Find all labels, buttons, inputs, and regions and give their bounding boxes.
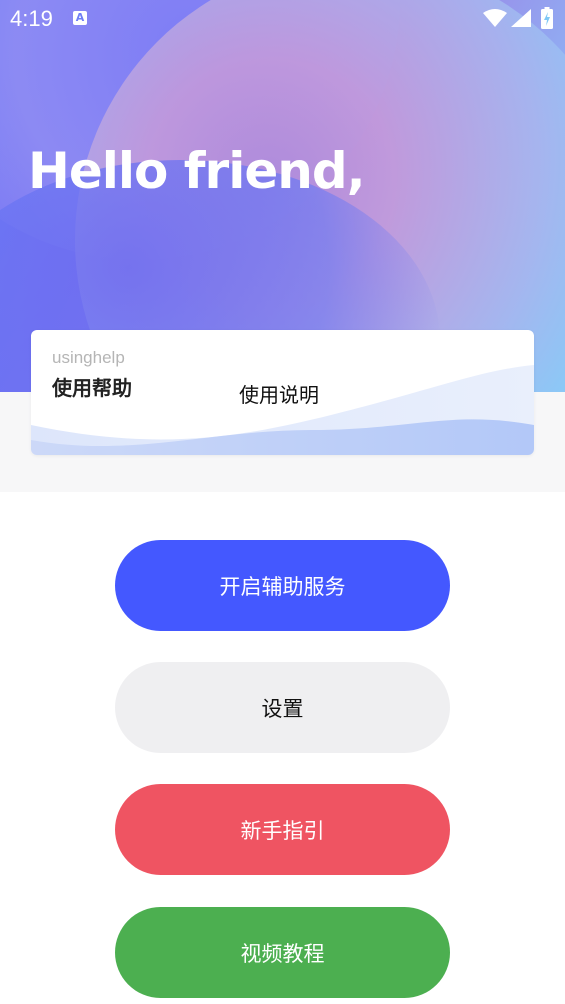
wifi-icon (483, 9, 507, 27)
greeting-title: Hello friend, (28, 142, 366, 200)
status-time: 4:19 (10, 6, 53, 31)
enable-accessibility-button[interactable]: 开启辅助服务 (115, 540, 450, 631)
help-english-label: usinghelp (52, 348, 125, 367)
battery-charging-icon (541, 7, 553, 29)
usage-instructions-link[interactable]: 使用说明 (239, 379, 319, 408)
usage-help-card[interactable]: usinghelp 使用帮助 使用说明 (31, 330, 534, 455)
cell-signal-icon (511, 9, 531, 27)
settings-button[interactable]: 设置 (115, 662, 450, 753)
video-tutorial-button[interactable]: 视频教程 (115, 907, 450, 998)
status-bar: 4:19 A (0, 0, 565, 38)
beginner-guide-button[interactable]: 新手指引 (115, 784, 450, 875)
notification-a-icon: A (73, 11, 87, 25)
help-chinese-label: 使用帮助 (52, 376, 132, 400)
